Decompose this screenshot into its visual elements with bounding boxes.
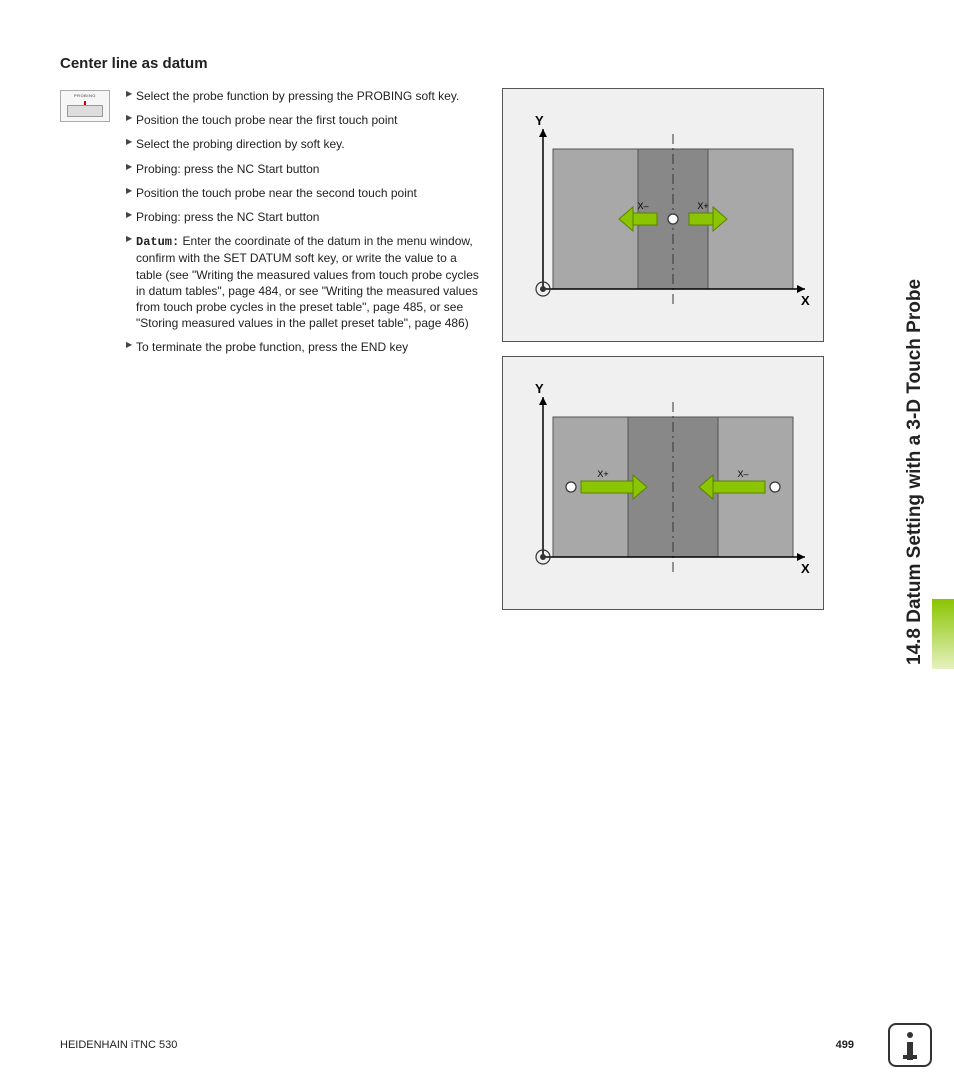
side-chapter-tab: 14.8 Datum Setting with a 3-D Touch Prob… <box>904 55 932 665</box>
step-item-datum: Datum: Enter the coordinate of the datum… <box>126 233 486 331</box>
datum-label: Datum: <box>136 235 179 249</box>
figure-centerline-rib: Y X X– <box>502 88 824 342</box>
probing-softkey-icon: PROBING <box>60 90 110 122</box>
step-item: Select the probe function by pressing th… <box>126 88 486 104</box>
svg-text:Y: Y <box>535 113 544 128</box>
side-chapter-label: 14.8 Datum Setting with a 3-D Touch Prob… <box>904 55 926 665</box>
step-item: Position the touch probe near the first … <box>126 112 486 128</box>
footer-product: HEIDENHAIN iTNC 530 <box>60 1039 177 1051</box>
svg-text:X: X <box>801 561 810 576</box>
svg-text:X+: X+ <box>597 469 608 479</box>
step-item: Select the probing direction by soft key… <box>126 136 486 152</box>
step-item: To terminate the probe function, press t… <box>126 339 486 355</box>
step-item: Position the touch probe near the second… <box>126 185 486 201</box>
svg-text:X: X <box>801 293 810 308</box>
step-item: Probing: press the NC Start button <box>126 209 486 225</box>
footer-page-number: 499 <box>836 1039 854 1051</box>
svg-text:Y: Y <box>535 381 544 396</box>
step-item: Probing: press the NC Start button <box>126 161 486 177</box>
probing-icon-label: PROBING <box>61 91 109 98</box>
instruction-list: Select the probe function by pressing th… <box>126 88 486 363</box>
figure-centerline-slot: Y X X+ <box>502 356 824 610</box>
svg-text:X–: X– <box>737 469 748 479</box>
svg-text:X+: X+ <box>697 201 708 211</box>
datum-text: Enter the coordinate of the datum in the… <box>136 234 479 330</box>
section-title: Center line as datum <box>60 55 894 72</box>
svg-text:X–: X– <box>637 201 648 211</box>
info-icon <box>888 1023 932 1067</box>
